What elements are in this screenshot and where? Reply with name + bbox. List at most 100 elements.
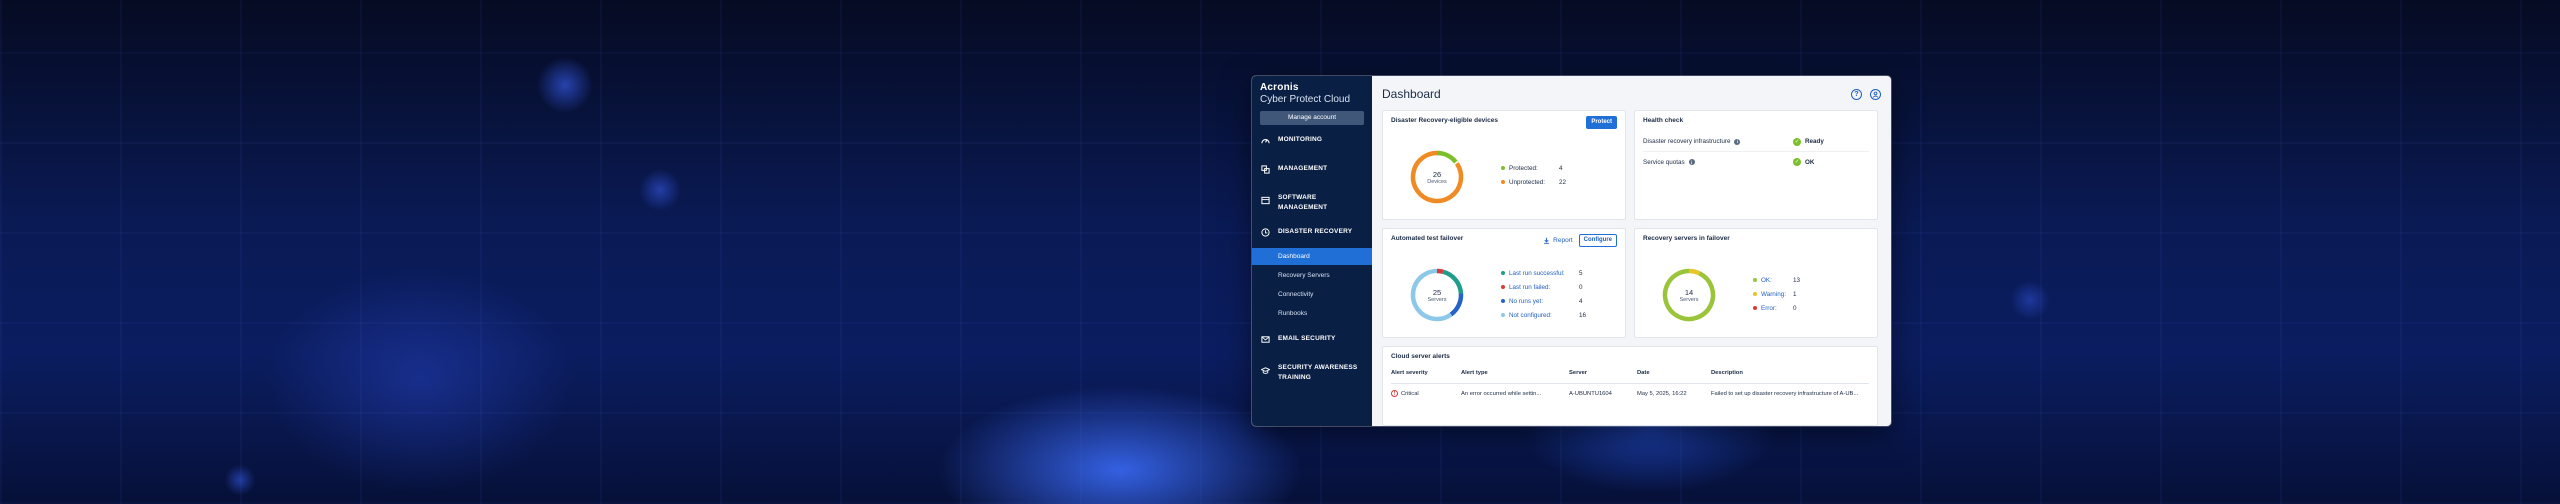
alert-date: May 5, 2025, 16:22 [1637,390,1687,397]
legend-value: 0 [1793,304,1797,312]
donut-center: 14 Servers [1661,267,1717,323]
disaster-recovery-icon [1260,227,1270,237]
sub-item-runbooks[interactable]: Runbooks [1252,305,1372,322]
brand-name: Acronis [1260,82,1299,93]
nav-label: SECURITY AWARENESS TRAINING [1278,364,1358,381]
column-header[interactable]: Description [1711,370,1869,384]
donut-unit: Devices [1427,178,1447,185]
graduation-cap-icon [1260,365,1270,375]
column-header[interactable]: Alert severity [1391,370,1461,384]
top-icons: ? [1851,88,1881,100]
health-row: Disaster recovery infrastructure i ✓ Ready [1643,132,1869,152]
legend: Last run successful: 5 Last run failed: 0 … [1501,266,1586,322]
legend-label: OK: [1761,276,1772,284]
donut-center: 26 Devices [1409,149,1465,205]
legend-label: No runs yet: [1509,297,1543,305]
card-title: Disaster Recovery-eligible devices [1391,117,1498,124]
topbar: Dashboard ? [1382,84,1881,104]
sidebar: Acronis Cyber Protect Cloud Manage accou… [1252,76,1372,426]
sub-item-dashboard[interactable]: Dashboard [1252,248,1372,265]
donut-total: 26 [1432,169,1442,179]
main-content: Dashboard ? Disaster Recovery-eligible d… [1372,76,1891,426]
dr-devices-card: Disaster Recovery-eligible devices Prote… [1382,110,1626,220]
page-title: Dashboard [1382,87,1441,101]
legend-dot [1501,271,1505,275]
legend-row[interactable]: Last run successful: 5 [1501,266,1586,280]
legend-row: Unprotected: 22 [1501,175,1566,189]
legend-dot [1501,285,1505,289]
table-row[interactable]: ! Critical An error occurred while settin… [1391,384,1869,398]
table-header-row: Alert severity Alert type Server Date De… [1391,370,1869,384]
info-icon[interactable]: i [1688,159,1695,165]
legend-value: 5 [1579,269,1583,277]
alert-server[interactable]: A-UBUNTU1604 [1569,384,1637,398]
email-icon [1260,334,1270,344]
legend-row[interactable]: No runs yet: 4 [1501,294,1586,308]
legend-row[interactable]: Not configured: 16 [1501,308,1586,322]
card-title: Cloud server alerts [1391,353,1450,360]
alert-type[interactable]: An error occurred while settin... [1461,384,1569,398]
column-header[interactable]: Date [1637,370,1711,384]
legend-label: Protected: [1509,164,1538,172]
legend-label: Last run successful: [1509,269,1565,277]
cloud-server-alerts-card: Cloud server alerts Alert severity Alert… [1382,346,1878,426]
sub-item-recovery-servers[interactable]: Recovery Servers [1252,267,1372,284]
legend-label: Not configured: [1509,311,1552,319]
legend-row[interactable]: OK: 13 [1753,273,1800,287]
legend-label: Warning: [1761,290,1786,298]
disaster-recovery-submenu: Dashboard Recovery Servers Connectivity … [1252,248,1372,322]
legend-label: Error: [1761,304,1777,312]
recovery-servers-card: Recovery servers in failover 14 Servers … [1634,228,1878,338]
legend-row[interactable]: Last run failed: 0 [1501,280,1586,294]
nav-item-monitoring[interactable]: MONITORING [1252,135,1372,147]
nav-label: MANAGEMENT [1278,165,1328,172]
nav-item-security-awareness-training[interactable]: SECURITY AWARENESS TRAINING [1252,363,1372,383]
manage-account-button[interactable]: Manage account [1260,111,1364,125]
help-icon[interactable]: ? [1851,88,1862,100]
nav-label: DISASTER RECOVERY [1278,228,1353,235]
configure-button[interactable]: Configure [1578,234,1617,247]
nav-item-software-management[interactable]: SOFTWARE MANAGEMENT [1252,193,1372,213]
test-failover-donut: 25 Servers Last run successful: 5 Last ru… [1409,267,1586,323]
donut-total: 14 [1684,287,1694,297]
legend-row: Protected: 4 [1501,161,1566,175]
legend-value: 0 [1579,283,1583,291]
donut-unit: Servers [1679,296,1699,303]
dr-devices-donut: 26 Devices Protected: 4 Unprotected: 22 [1409,149,1566,205]
nav-item-email-security[interactable]: EMAIL SECURITY [1252,334,1372,346]
legend-value: 1 [1793,290,1797,298]
legend-row[interactable]: Warning: 1 [1753,287,1800,301]
legend-label: Unprotected: [1509,178,1546,186]
report-label: Report [1553,237,1573,244]
management-icon [1260,164,1270,174]
nav-item-disaster-recovery[interactable]: DISASTER RECOVERY [1252,227,1372,239]
recovery-servers-donut: 14 Servers OK: 13 Warning: 1 Error: 0 [1661,267,1800,323]
nav-label: SOFTWARE MANAGEMENT [1278,194,1328,211]
legend: OK: 13 Warning: 1 Error: 0 [1753,273,1800,315]
download-icon [1544,237,1550,244]
report-button[interactable]: Report [1543,237,1573,244]
legend-row[interactable]: Error: 0 [1753,301,1800,315]
legend-label: Last run failed: [1509,283,1551,291]
legend-dot [1501,299,1505,303]
card-title: Recovery servers in failover [1643,235,1730,242]
legend-value: 22 [1559,178,1567,186]
legend-dot [1753,292,1757,296]
monitoring-icon [1260,135,1270,145]
legend-dot [1501,166,1505,170]
protect-button[interactable]: Protect [1586,116,1617,129]
sub-item-connectivity[interactable]: Connectivity [1252,286,1372,303]
legend-dot [1501,180,1505,184]
column-header[interactable]: Alert type [1461,370,1569,384]
column-header[interactable]: Server [1569,370,1637,384]
card-actions: Report Configure [1543,234,1617,247]
info-icon[interactable]: i [1734,138,1741,145]
software-icon [1260,195,1270,205]
nav-item-management[interactable]: MANAGEMENT [1252,164,1372,176]
legend-value: 4 [1559,164,1563,172]
user-icon[interactable] [1870,88,1881,100]
legend-dot [1753,278,1757,282]
alert-description: Failed to set up disaster recovery infra… [1711,390,1859,397]
donut-total: 25 [1432,287,1442,297]
nav-label: EMAIL SECURITY [1278,335,1336,342]
